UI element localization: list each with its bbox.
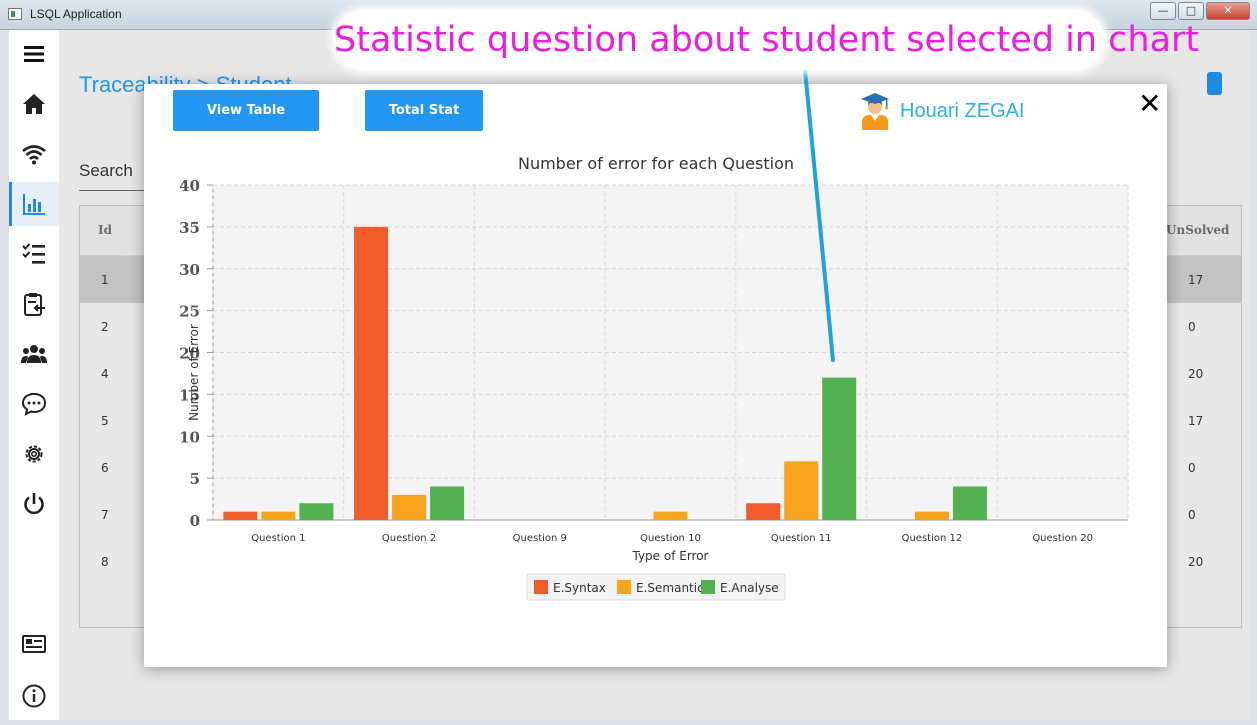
legend-swatch <box>701 580 715 594</box>
sidebar-item-tasks[interactable] <box>9 232 59 276</box>
wifi-icon <box>22 145 46 165</box>
sidebar-item-messages[interactable] <box>9 382 59 426</box>
window-title: LSQL Application <box>30 7 122 21</box>
bar-e-semantic <box>653 511 688 520</box>
x-tick-label: Question 1 <box>251 533 305 544</box>
cell-id: 7 <box>101 508 109 522</box>
legend-swatch <box>617 580 631 594</box>
card-icon <box>22 635 46 653</box>
menu-button[interactable] <box>9 32 59 76</box>
bar-e-semantic <box>261 511 296 520</box>
statistics-dialog: View Table Total Stat Houari ZEGAI ✕ Num… <box>144 84 1167 667</box>
sidebar-item-home[interactable] <box>9 82 59 126</box>
chart-title: Number of error for each Question <box>518 154 794 173</box>
cell-unsolved: 17 <box>1188 273 1204 287</box>
legend-label: E.Analyse <box>720 581 779 595</box>
x-tick-label: Question 10 <box>640 533 701 544</box>
sidebar-item-network[interactable] <box>9 132 59 176</box>
search-input[interactable] <box>79 190 149 191</box>
cell-id: 2 <box>101 320 109 334</box>
annotation-callout: Statistic question about student selecte… <box>334 10 1200 70</box>
menu-icon <box>24 46 44 62</box>
student-name: Houari ZEGAI <box>900 99 1025 122</box>
x-tick-label: Question 12 <box>902 533 963 544</box>
cell-id: 5 <box>101 414 109 428</box>
cell-unsolved: 20 <box>1188 555 1204 569</box>
chat-icon <box>21 392 47 416</box>
graduate-student-icon <box>861 93 889 130</box>
bar-chart-icon <box>23 194 45 215</box>
view-table-button[interactable]: View Table <box>173 90 319 131</box>
annotation-text: Statistic question about student selecte… <box>334 20 1200 60</box>
sidebar-item-about[interactable] <box>9 674 59 718</box>
home-icon <box>23 94 45 114</box>
info-icon <box>22 684 46 708</box>
x-tick-label: Question 9 <box>513 533 567 544</box>
sidebar <box>9 30 59 720</box>
sidebar-item-groups[interactable] <box>9 332 59 376</box>
total-stat-button[interactable]: Total Stat <box>365 90 483 131</box>
cell-id: 4 <box>101 367 109 381</box>
sidebar-item-info-card[interactable] <box>9 622 59 666</box>
power-icon <box>24 493 44 515</box>
bar-e-semantic <box>392 494 427 520</box>
group-icon <box>21 345 47 363</box>
close-dialog-button[interactable]: ✕ <box>1138 90 1161 118</box>
bar-e-semantic <box>914 511 949 520</box>
cell-id: 8 <box>101 555 109 569</box>
x-tick-label: Question 20 <box>1032 533 1093 544</box>
y-tick-label: 5 <box>190 470 200 488</box>
side-toggle-button[interactable] <box>1207 72 1222 95</box>
sidebar-item-logout[interactable] <box>9 482 59 526</box>
window-close-button[interactable]: ✕ <box>1206 2 1250 20</box>
y-tick-label: 35 <box>179 219 200 237</box>
bar-e-analyse <box>952 486 987 520</box>
cell-unsolved: 17 <box>1188 414 1204 428</box>
column-header-unsolved[interactable]: UnSolved <box>1166 223 1229 237</box>
y-tick-label: 30 <box>179 261 200 279</box>
minimize-button[interactable]: — <box>1150 2 1176 20</box>
bar-e-analyse <box>430 486 465 520</box>
sidebar-item-settings[interactable] <box>9 432 59 476</box>
legend-label: E.Semantic <box>636 581 704 595</box>
sidebar-item-statistics[interactable] <box>9 182 59 226</box>
bar-chart: Number of error for each Question0510152… <box>179 154 1129 601</box>
y-axis-label: Number of Error <box>187 324 201 421</box>
y-tick-label: 40 <box>179 177 200 195</box>
column-header-id[interactable]: Id <box>98 223 112 237</box>
legend-swatch <box>534 580 548 594</box>
maximize-button[interactable]: □ <box>1178 2 1204 20</box>
x-tick-label: Question 2 <box>382 533 436 544</box>
app-icon <box>8 8 22 20</box>
sidebar-item-clipboard[interactable] <box>9 282 59 326</box>
bar-e-semantic <box>784 461 819 520</box>
cell-unsolved: 20 <box>1188 367 1204 381</box>
cell-id: 1 <box>101 273 109 287</box>
search-label: Search <box>79 161 133 180</box>
student-info: Houari ZEGAI <box>858 93 1025 130</box>
bar-e-analyse <box>822 377 857 520</box>
gear-icon <box>25 445 43 463</box>
bar-e-analyse <box>299 503 334 520</box>
bar-e-syntax <box>223 511 258 520</box>
clipboard-icon <box>24 293 45 316</box>
bar-e-syntax <box>746 503 781 520</box>
y-tick-label: 25 <box>179 303 200 321</box>
x-axis-label: Type of Error <box>631 549 708 563</box>
cell-unsolved: 0 <box>1188 320 1196 334</box>
x-tick-label: Question 11 <box>771 533 832 544</box>
cell-unsolved: 0 <box>1188 461 1196 475</box>
checklist-icon <box>22 243 45 264</box>
y-tick-label: 10 <box>179 428 200 446</box>
cell-unsolved: 0 <box>1188 508 1196 522</box>
y-tick-label: 0 <box>190 512 200 530</box>
cell-id: 6 <box>101 461 109 475</box>
bar-e-syntax <box>354 226 389 520</box>
legend-label: E.Syntax <box>553 581 606 595</box>
